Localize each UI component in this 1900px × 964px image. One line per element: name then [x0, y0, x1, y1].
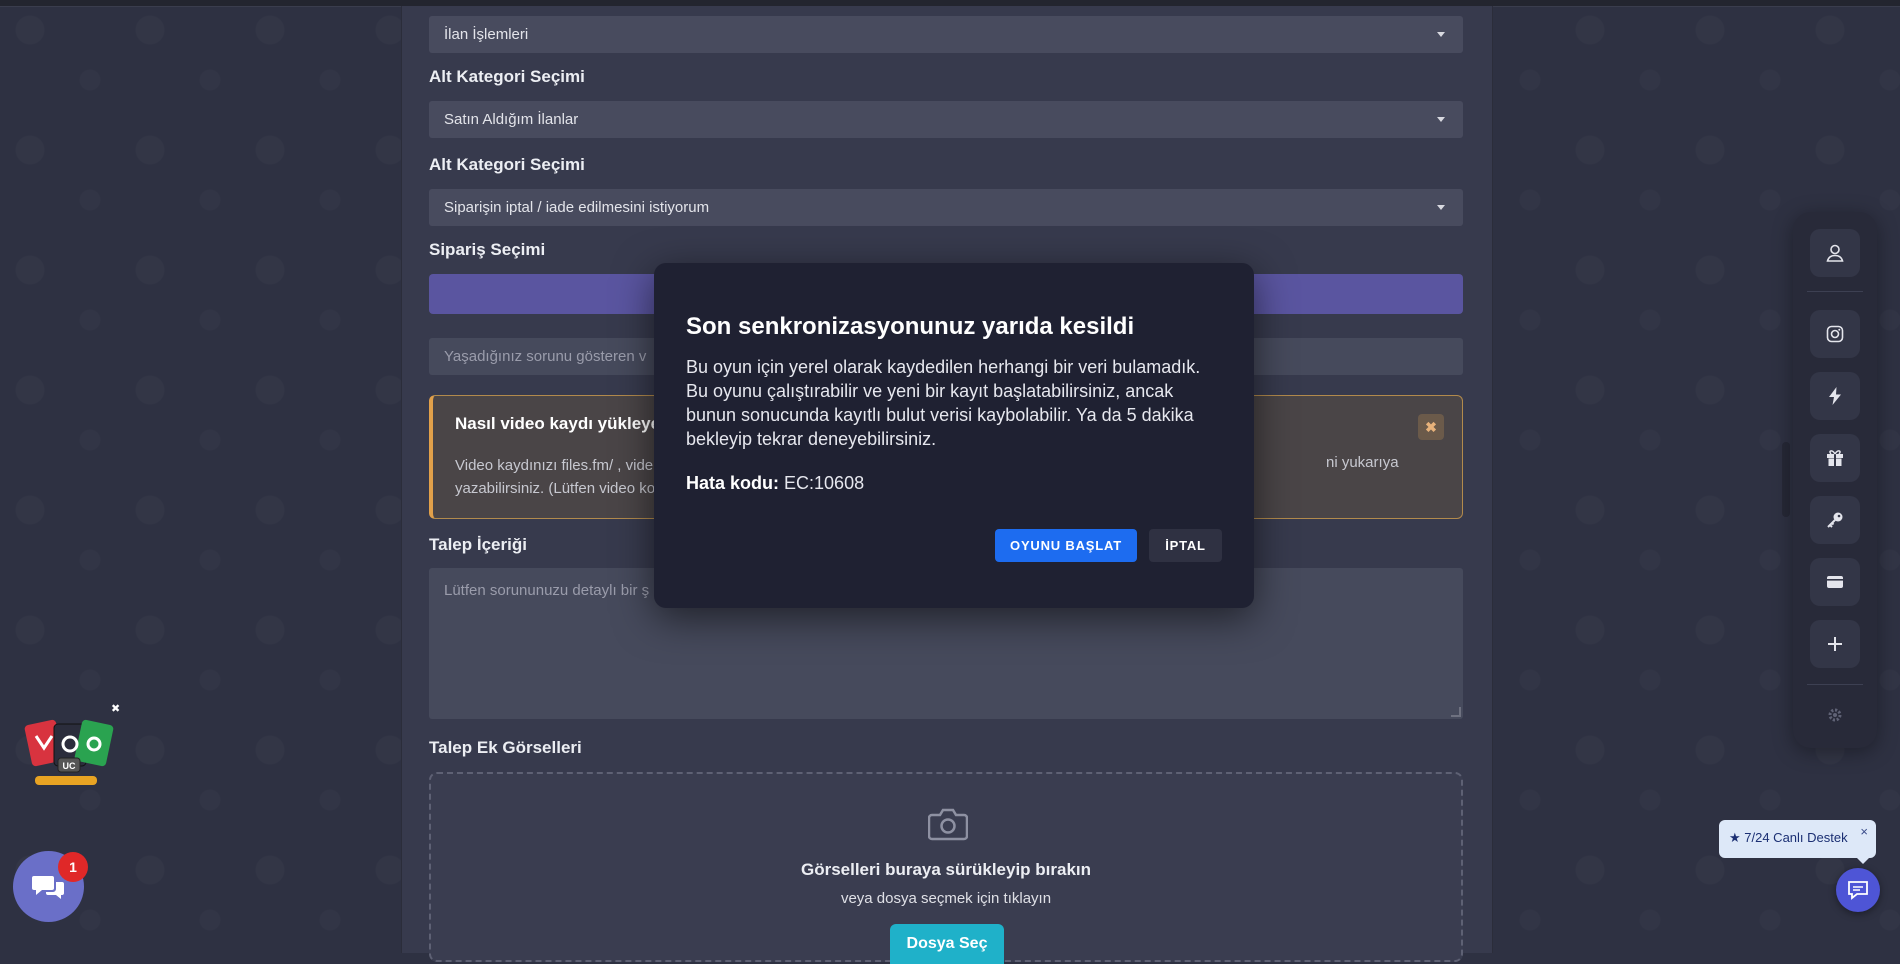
instagram-button[interactable] — [1810, 310, 1860, 358]
start-game-button[interactable]: OYUNU BAŞLAT — [995, 529, 1137, 562]
chat-notification-badge: 1 — [58, 852, 88, 882]
svg-text:UC: UC — [63, 761, 76, 771]
key-icon — [1827, 512, 1843, 528]
gift-icon — [1827, 450, 1843, 466]
chevron-down-icon — [1437, 205, 1445, 210]
alert-close-button[interactable]: ✖ — [1418, 414, 1444, 440]
subcategory-select-1-value: Satın Aldığım İlanlar — [444, 111, 579, 128]
gift-button[interactable] — [1810, 434, 1860, 482]
profile-button[interactable] — [1810, 229, 1860, 277]
wallet-icon — [1827, 576, 1843, 588]
sync-error-dialog: Son senkronizasyonunuz yarıda kesildi Bu… — [654, 263, 1254, 608]
bolt-button[interactable] — [1810, 372, 1860, 420]
video-link-placeholder: Yaşadığınız sorunu gösteren v — [444, 348, 647, 365]
live-support-button[interactable] — [1836, 868, 1880, 912]
dock-divider — [1807, 684, 1863, 685]
subcategory-select-2-value: Siparişin iptal / iade edilmesini istiyo… — [444, 199, 710, 216]
choose-file-button[interactable]: Dosya Seç — [890, 924, 1004, 964]
camera-icon — [928, 808, 968, 841]
category-select[interactable]: İlan İşlemleri — [429, 16, 1463, 53]
live-support-tooltip[interactable]: ★ 7/24 Canlı Destek × — [1719, 820, 1876, 864]
chevron-down-icon — [1437, 117, 1445, 122]
cancel-button[interactable]: İPTAL — [1149, 529, 1222, 562]
gear-icon[interactable] — [1827, 707, 1843, 723]
plus-icon — [1828, 637, 1842, 651]
support-chat-icon — [1848, 881, 1868, 900]
dropzone-subtitle: veya dosya seçmek için tıklayın — [840, 890, 1052, 907]
dialog-title: Son senkronizasyonunuz yarıda kesildi — [686, 313, 1135, 340]
dialog-message: Bu oyun için yerel olarak kaydedilen her… — [686, 357, 1201, 449]
key-button[interactable] — [1810, 496, 1860, 544]
subcategory-select-2[interactable]: Siparişin iptal / iade edilmesini istiyo… — [429, 189, 1463, 226]
subcategory-select-1[interactable]: Satın Aldığım İlanlar — [429, 101, 1463, 138]
wallet-button[interactable] — [1810, 558, 1860, 606]
request-content-label: Talep İçeriği — [429, 535, 527, 554]
user-icon — [1826, 244, 1844, 262]
chevron-down-icon — [1437, 32, 1445, 37]
alert-title: Nasıl video kaydı yükleye — [455, 414, 661, 433]
bolt-icon — [1829, 387, 1841, 405]
request-content-placeholder: Lütfen sorununuzu detaylı bir ş — [444, 582, 650, 599]
dropzone-title: Görselleri buraya sürükleyip bırakın — [800, 860, 1092, 879]
add-button[interactable] — [1810, 620, 1860, 668]
tooltip-tail — [1857, 858, 1869, 864]
order-select-label: Sipariş Seçimi — [429, 240, 546, 259]
subcategory-label-2: Alt Kategori Seçimi — [429, 155, 585, 174]
instagram-icon — [1826, 325, 1844, 343]
close-icon[interactable]: × — [1860, 824, 1868, 839]
attachments-label: Talep Ek Görselleri — [429, 738, 582, 757]
scroll-handle[interactable] — [1782, 442, 1790, 517]
subcategory-label-1: Alt Kategori Seçimi — [429, 67, 585, 86]
resize-handle-icon[interactable] — [1451, 707, 1461, 717]
chat-icon — [31, 875, 64, 899]
image-dropzone[interactable]: Görselleri buraya sürükleyip bırakın vey… — [429, 772, 1463, 964]
live-support-label: ★ 7/24 Canlı Destek — [1729, 830, 1848, 845]
svg-text:✖: ✖ — [111, 702, 120, 715]
error-code: Hata kodu: EC:10608 — [686, 473, 864, 494]
game-cards-promo[interactable]: UC ✖ — [20, 700, 120, 800]
category-select-value: İlan İşlemleri — [444, 26, 529, 43]
alert-text-right: ni yukarıya — [1326, 454, 1399, 471]
dock-divider — [1807, 291, 1863, 292]
error-code-value: EC:10608 — [784, 473, 865, 493]
side-dock — [1793, 212, 1877, 748]
error-code-label: Hata kodu: — [686, 473, 780, 493]
